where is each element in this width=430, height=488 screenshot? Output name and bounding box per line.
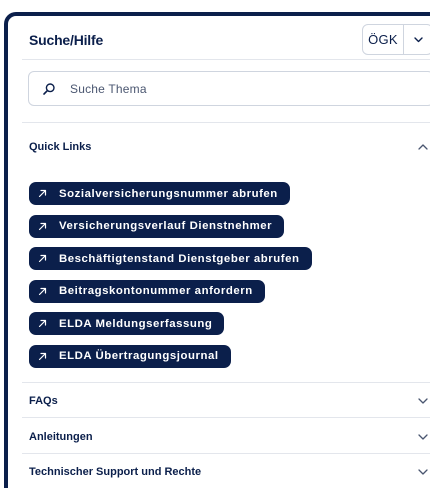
- org-select-value: ÖGK: [368, 32, 398, 47]
- header-divider: [22, 59, 430, 60]
- quick-link-button[interactable]: ELDA Übertragungsjournal: [29, 344, 231, 368]
- quick-link-button[interactable]: Sozialversicherungsnummer abrufen: [29, 182, 290, 205]
- section-technischer-support-label: Technischer Support und Rechte: [29, 466, 202, 478]
- chevron-down-icon[interactable]: [404, 36, 430, 43]
- search-divider: [22, 122, 430, 123]
- quick-link-label: Beschäftigtenstand Dienstgeber abrufen: [59, 252, 300, 265]
- search-icon: [42, 82, 56, 96]
- arrow-up-right-icon: [38, 319, 47, 328]
- panel-title: Suche/Hilfe: [29, 32, 104, 48]
- chevron-down-icon: [418, 469, 428, 475]
- section-anleitungen-label: Anleitungen: [29, 431, 93, 443]
- quick-link-button[interactable]: ELDA Meldungserfassung: [29, 312, 225, 335]
- chevron-down-icon: [418, 434, 428, 440]
- faqs-divider: [22, 417, 430, 418]
- anleitungen-divider: [22, 453, 430, 454]
- section-faqs[interactable]: FAQs: [8, 389, 430, 413]
- quick-link-button[interactable]: Versicherungsverlauf Dienstnehmer: [29, 214, 285, 238]
- arrow-up-right-icon: [38, 352, 47, 361]
- arrow-up-right-icon: [38, 222, 47, 231]
- section-technischer-support[interactable]: Technischer Support und Rechte: [8, 460, 430, 484]
- quick-links-list: Sozialversicherungsnummer abrufen Versich…: [29, 182, 312, 377]
- quick-link-label: ELDA Meldungserfassung: [59, 317, 213, 330]
- section-faqs-label: FAQs: [29, 395, 58, 407]
- search-input[interactable]: [70, 81, 390, 96]
- chevron-up-icon: [418, 144, 428, 150]
- quick-link-label: Versicherungsverlauf Dienstnehmer: [59, 220, 273, 232]
- quick-link-button[interactable]: Beitragskontonummer anfordern: [29, 279, 265, 303]
- panel-header: Suche/Hilfe ÖGK: [8, 16, 430, 62]
- quick-link-label: Beitragskontonummer anfordern: [59, 285, 253, 297]
- help-panel: Suche/Hilfe ÖGK Quick Links Sozialversic…: [4, 12, 430, 488]
- quick-link-button[interactable]: Beschäftigtenstand Dienstgeber abrufen: [29, 247, 312, 270]
- quick-link-label: ELDA Übertragungsjournal: [59, 350, 219, 362]
- arrow-up-right-icon: [38, 254, 47, 263]
- arrow-up-right-icon: [38, 287, 47, 296]
- section-anleitungen[interactable]: Anleitungen: [8, 425, 430, 449]
- quick-link-label: Sozialversicherungsnummer abrufen: [59, 187, 278, 200]
- chevron-down-icon: [418, 398, 428, 404]
- arrow-up-right-icon: [38, 189, 47, 198]
- search-field[interactable]: [28, 71, 430, 106]
- quick-links-divider: [22, 382, 430, 383]
- org-select[interactable]: ÖGK: [362, 24, 430, 55]
- section-quick-links[interactable]: Quick Links: [8, 135, 430, 159]
- section-quick-links-label: Quick Links: [29, 141, 92, 153]
